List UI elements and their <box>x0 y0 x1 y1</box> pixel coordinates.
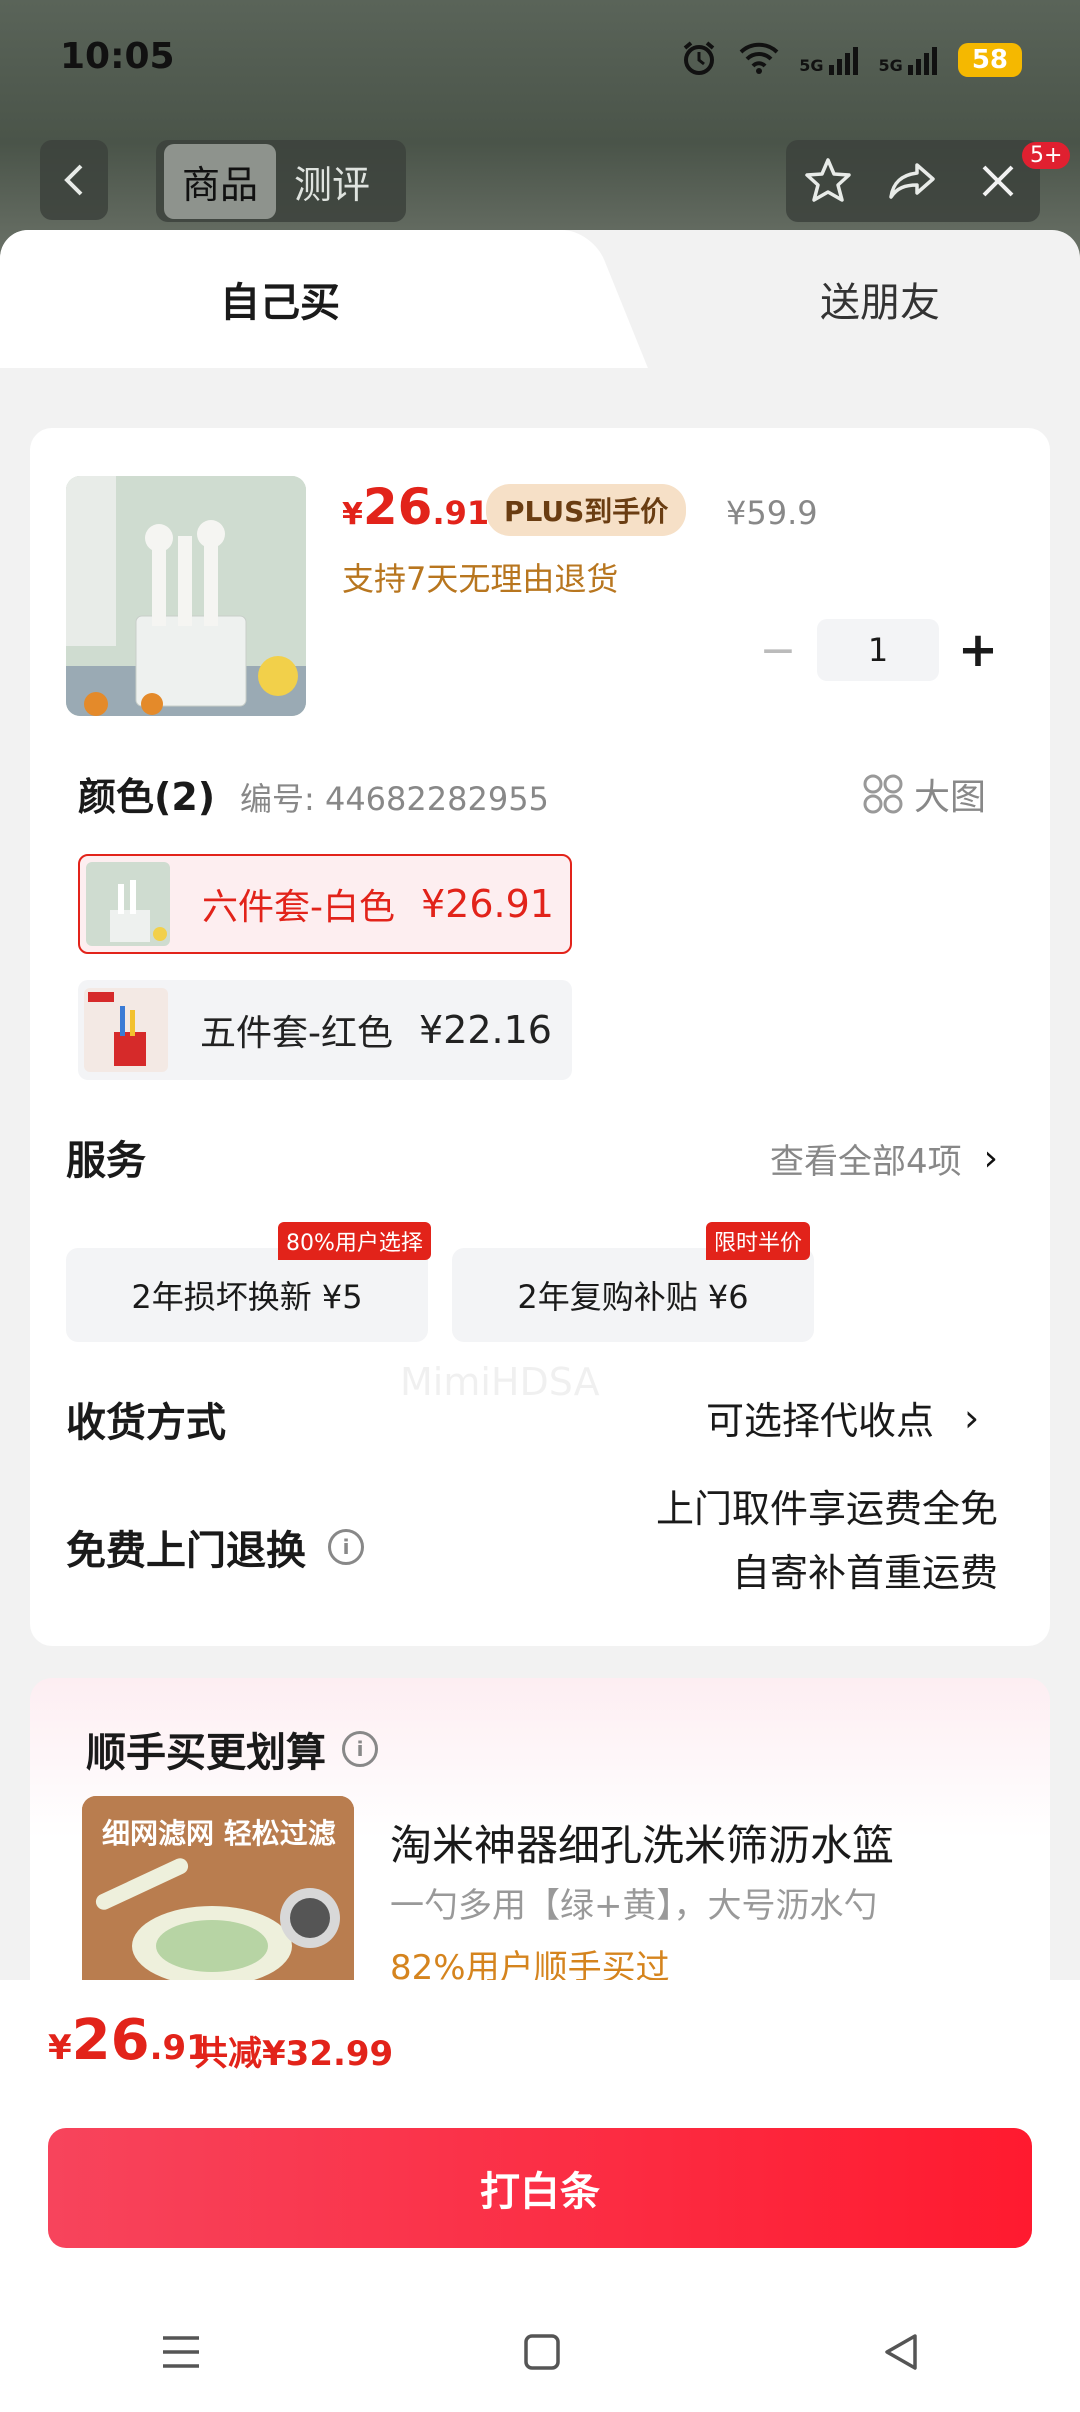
service-tag: 80%用户选择 <box>278 1222 431 1260</box>
info-icon[interactable]: i <box>342 1731 378 1767</box>
info-icon[interactable]: i <box>328 1529 364 1565</box>
watermark: MimiHDSA <box>400 1360 600 1404</box>
free-return-line1: 上门取件享运费全免 <box>655 1487 998 1531</box>
plus-price-badge: PLUS到手价 <box>486 484 687 536</box>
deal-heading: 顺手买更划算 i <box>86 1720 378 1778</box>
view-all-label: 查看全部4项 <box>770 1142 962 1182</box>
sku-number: 编号: 44682282955 <box>240 780 549 818</box>
signal-icon-1: 5G <box>799 45 860 75</box>
shipping-heading: 收货方式 <box>66 1400 226 1446</box>
share-icon[interactable] <box>887 155 939 207</box>
option-thumbnail <box>84 988 168 1072</box>
shipping-selector[interactable]: 可选择代收点 › <box>706 1390 979 1445</box>
free-return-label: 免费上门退换 <box>66 1528 306 1574</box>
option-thumbnail <box>86 862 170 946</box>
big-image-label: 大图 <box>914 777 987 818</box>
tab-buy-self[interactable]: 自己买 <box>0 230 560 368</box>
home-icon[interactable] <box>522 2332 562 2372</box>
buy-button[interactable]: 打白条 <box>48 2128 1032 2248</box>
product-card: ¥26.91 PLUS到手价 ¥59.9 支持7天无理由退货 − 1 + 颜色(… <box>30 428 1050 1646</box>
total-price: ¥26.91 <box>48 2008 210 2073</box>
header-tabs: 商品 测评 <box>156 140 406 222</box>
total-savings: 共减¥32.99 <box>194 2034 394 2074</box>
return-policy: 支持7天无理由退货 <box>342 560 619 598</box>
chevron-right-icon: › <box>964 1395 980 1440</box>
purchase-sheet: 自己买 送朋友 ¥26.91 PLUS到手价 ¥59.9 支持7天无理由退货 −… <box>0 230 1080 2412</box>
view-all-services[interactable]: 查看全部4项 › <box>770 1134 998 1183</box>
tab-product[interactable]: 商品 <box>164 143 277 219</box>
price-symbol: ¥ <box>342 497 363 532</box>
big-image-button[interactable]: 大图 <box>862 768 986 820</box>
color-heading: 颜色(2) <box>78 775 216 819</box>
back-nav-icon[interactable] <box>881 2332 921 2372</box>
option-price: ¥22.16 <box>419 1008 552 1052</box>
free-return-line2: 自寄补首重运费 <box>731 1551 998 1595</box>
deal-subtitle: 一勺多用【绿+黄】，大号沥水勺 <box>390 1886 878 1926</box>
wifi-icon <box>737 40 781 80</box>
option-label: 五件套-红色 <box>200 1013 393 1054</box>
status-time: 10:05 <box>60 36 175 77</box>
close-icon[interactable] <box>972 155 1024 207</box>
menu-icon[interactable] <box>159 2332 203 2372</box>
price-integer: 26 <box>362 478 433 536</box>
original-price: ¥59.9 <box>726 494 818 532</box>
signal-icon-2: 5G <box>879 45 940 75</box>
chevron-right-icon: › <box>983 1138 999 1179</box>
services-heading: 服务 <box>66 1138 146 1184</box>
deal-image-caption: 细网滤网 轻松过滤 <box>102 1817 336 1850</box>
decrease-button[interactable]: − <box>748 625 808 676</box>
increase-button[interactable]: + <box>948 622 1008 678</box>
total-symbol: ¥ <box>48 2028 72 2068</box>
product-image[interactable] <box>66 476 306 716</box>
grid-icon <box>863 774 903 814</box>
service-option-subsidy[interactable]: 2年复购补贴 ¥6 <box>452 1248 814 1342</box>
quantity-input[interactable]: 1 <box>817 619 939 681</box>
net-label-2: 5G <box>878 56 903 75</box>
free-return-heading: 免费上门退换 i <box>66 1518 364 1576</box>
shipping-value: 可选择代收点 <box>706 1399 935 1443</box>
price-decimal: .91 <box>432 494 490 532</box>
option-price: ¥26.91 <box>421 882 554 926</box>
alarm-icon <box>679 38 719 82</box>
color-option-white[interactable]: 六件套-白色 ¥26.91 <box>78 854 572 954</box>
color-option-red[interactable]: 五件套-红色 ¥22.16 <box>78 980 572 1080</box>
tab-gift-friend[interactable]: 送朋友 <box>560 230 1080 368</box>
notification-badge: 5+ <box>1022 142 1071 169</box>
system-nav-bar <box>0 2292 1080 2412</box>
option-label: 六件套-白色 <box>202 887 395 928</box>
status-bar: 10:05 5G 5G 58 <box>0 0 1080 120</box>
service-option-replace[interactable]: 2年损坏换新 ¥5 <box>66 1248 428 1342</box>
star-icon[interactable] <box>802 155 854 207</box>
header-actions <box>786 140 1040 222</box>
back-button[interactable] <box>40 140 108 220</box>
status-icons: 5G 5G 58 <box>679 38 1022 82</box>
net-label-1: 5G <box>799 56 824 75</box>
battery-indicator: 58 <box>957 43 1022 77</box>
deal-title[interactable]: 淘米神器细孔洗米筛沥水篮 <box>390 1812 894 1873</box>
quantity-stepper: − 1 + <box>748 618 1008 682</box>
product-price: ¥26.91 <box>342 478 489 536</box>
chevron-left-icon <box>64 164 83 196</box>
service-tag: 限时半价 <box>706 1222 811 1260</box>
tab-review[interactable]: 测评 <box>276 144 388 219</box>
deal-product-image[interactable]: 细网滤网 轻松过滤 <box>82 1796 354 1996</box>
total-integer: 26 <box>71 2008 150 2073</box>
deal-heading-label: 顺手买更划算 <box>86 1730 326 1776</box>
